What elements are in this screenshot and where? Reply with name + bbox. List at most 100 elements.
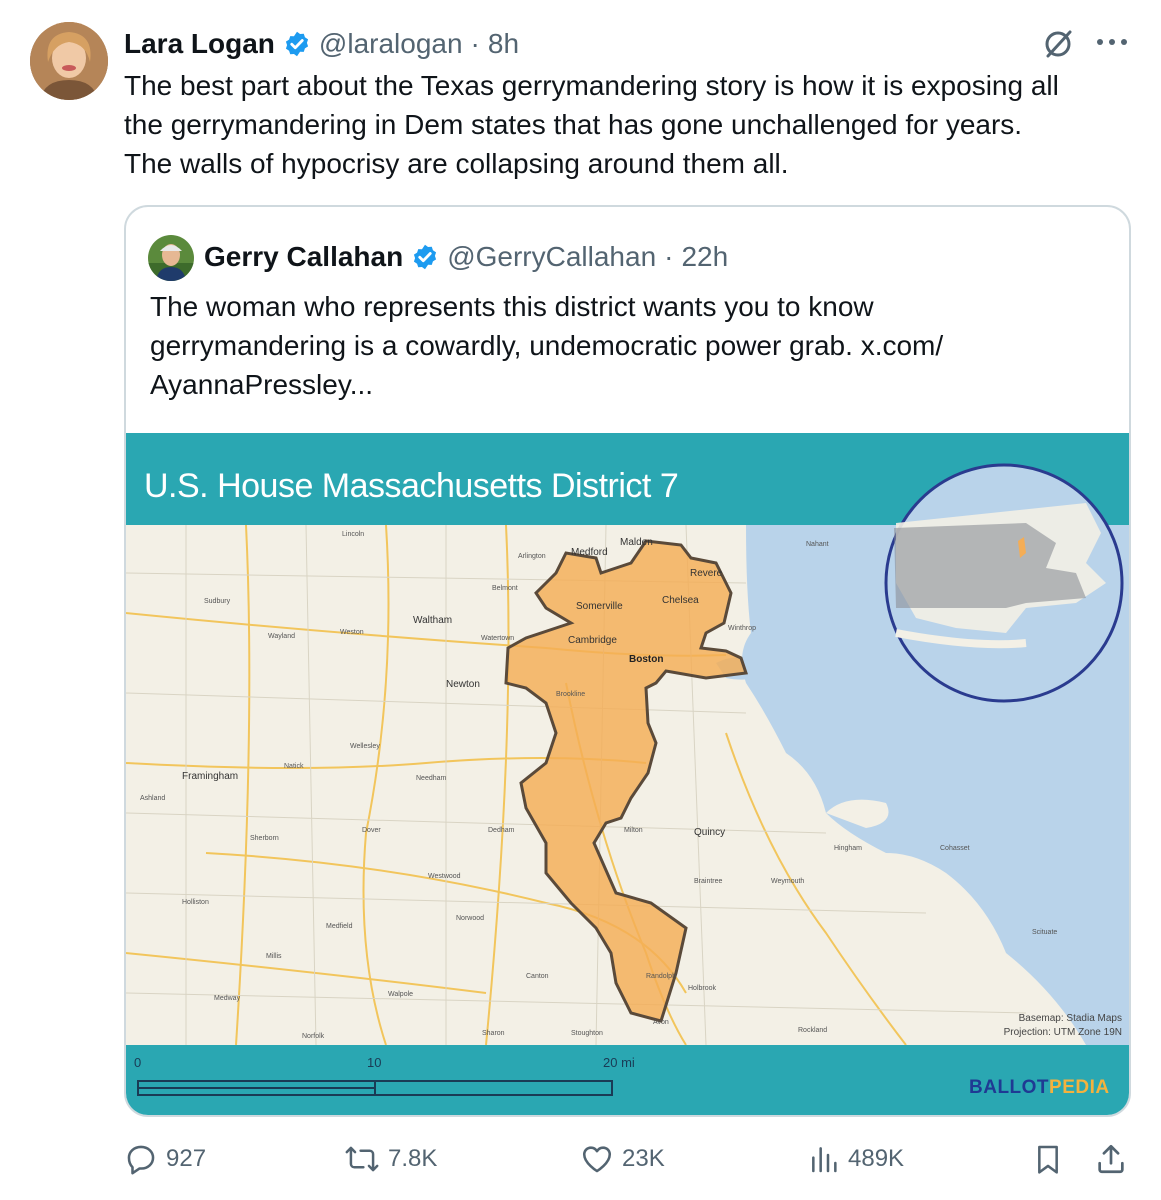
place-label: Weymouth	[771, 878, 805, 885]
quoted-post-card[interactable]: Gerry Callahan @GerryCallahan · 22h The …	[124, 205, 1131, 1117]
quoted-author-name[interactable]: Gerry Callahan	[204, 241, 403, 273]
author-name[interactable]: Lara Logan	[124, 28, 275, 60]
bookmark-icon[interactable]	[1032, 1142, 1064, 1176]
place-label: Hingham	[834, 845, 863, 852]
repost-button[interactable]: 7.8K	[344, 1142, 437, 1176]
place-label: Framingham	[182, 771, 239, 782]
place-label: Stoughton	[571, 1030, 603, 1037]
share-icon[interactable]	[1094, 1142, 1128, 1176]
place-label: Winthrop	[728, 625, 757, 632]
place-label: Watertown	[481, 635, 515, 642]
scale-label-0: 0	[134, 1055, 142, 1070]
map-credit-projection: Projection: UTM Zone 19N	[1003, 1027, 1122, 1038]
place-label: Canton	[526, 973, 549, 980]
place-label: Avon	[653, 1019, 669, 1026]
place-label: Norwood	[456, 915, 485, 922]
place-label: Malden	[620, 537, 653, 548]
place-label: Walpole	[388, 991, 414, 998]
quoted-post-time[interactable]: 22h	[681, 241, 728, 273]
place-label: Waltham	[413, 615, 453, 626]
place-label: Ashland	[140, 795, 166, 802]
quoted-text-line: The woman who represents this district w…	[150, 291, 874, 322]
verified-badge-icon	[285, 31, 309, 57]
place-label: Braintree	[694, 878, 723, 885]
place-label: Scituate	[1032, 929, 1058, 936]
place-label: Medway	[214, 995, 241, 1002]
map-credit-basemap: Basemap: Stadia Maps	[1018, 1013, 1122, 1024]
place-label: Newton	[446, 679, 480, 690]
like-button[interactable]: 23K	[580, 1142, 665, 1176]
place-label: Lincoln	[342, 531, 365, 538]
map-title: U.S. House Massachusetts District 7	[144, 467, 679, 505]
author-handle[interactable]: @laralogan	[319, 28, 463, 60]
place-label: Revere	[690, 568, 723, 579]
more-icon[interactable]	[1095, 30, 1129, 54]
place-label: Belmont	[492, 585, 518, 592]
post-text: The best part about the Texas gerrymande…	[124, 66, 1144, 183]
place-label: Wayland	[268, 633, 295, 640]
place-label: Quincy	[694, 827, 726, 838]
district-map-image[interactable]: U.S. House Massachusetts District 7 Medf…	[126, 433, 1129, 1115]
post-time[interactable]: 8h	[488, 28, 519, 60]
reply-count: 927	[166, 1145, 207, 1172]
author-avatar[interactable]	[30, 22, 108, 100]
like-count: 23K	[622, 1145, 665, 1172]
action-bar: 927 7.8K 23K 489K	[124, 1138, 1134, 1182]
post-text-line: The walls of hypocrisy are collapsing ar…	[124, 148, 789, 179]
quoted-text-line: gerrymandering is a cowardly, undemocrat…	[150, 330, 944, 361]
quoted-author-handle[interactable]: @GerryCallahan	[447, 241, 656, 273]
quoted-post-text: The woman who represents this district w…	[150, 287, 1110, 404]
place-label: Sudbury	[204, 598, 231, 605]
ballotpedia-logo: BALLOTPEDIA	[969, 1077, 1110, 1099]
quoted-author-avatar[interactable]	[148, 235, 194, 281]
inset-map	[884, 463, 1124, 703]
place-label: Holbrook	[688, 985, 717, 992]
place-label: Boston	[629, 654, 664, 665]
place-label: Nahant	[806, 541, 829, 548]
place-label: Cambridge	[568, 635, 617, 646]
quoted-post-header: Gerry Callahan @GerryCallahan · 22h	[204, 237, 728, 277]
scale-label-10: 10	[367, 1055, 382, 1070]
place-label: Chelsea	[662, 595, 699, 606]
brand-ballot: BALLOT	[969, 1077, 1050, 1098]
reply-button[interactable]: 927	[124, 1142, 206, 1176]
place-label: Brookline	[556, 691, 586, 698]
place-label: Cohasset	[940, 845, 970, 852]
place-label: Medford	[571, 547, 608, 558]
scale-label-20: 20 mi	[603, 1055, 635, 1070]
place-label: Arlington	[518, 553, 546, 560]
place-label: Weston	[340, 629, 364, 636]
repost-icon	[345, 1146, 379, 1172]
views-count: 489K	[848, 1145, 905, 1172]
place-label: Norfolk	[302, 1033, 325, 1040]
place-label: Wellesley	[350, 743, 380, 750]
verified-badge-icon	[414, 244, 437, 270]
views-icon	[812, 1147, 837, 1173]
place-label: Sherborn	[250, 835, 279, 842]
place-label: Natick	[284, 763, 304, 770]
place-label: Dover	[362, 827, 381, 834]
place-label: Dedham	[488, 827, 515, 834]
like-icon	[582, 1146, 612, 1173]
time-separator: ·	[664, 241, 674, 272]
time-separator: ·	[470, 28, 480, 59]
repost-count: 7.8K	[388, 1145, 438, 1172]
place-label: Westwood	[428, 873, 461, 880]
brand-pedia: PEDIA	[1049, 1077, 1110, 1098]
place-label: Sharon	[482, 1030, 505, 1037]
post-text-line: The best part about the Texas gerrymande…	[124, 70, 1059, 101]
post-header: Lara Logan @laralogan · 8h	[124, 26, 519, 62]
place-label: Somerville	[576, 601, 623, 612]
place-label: Needham	[416, 775, 447, 782]
place-label: Holliston	[182, 899, 209, 906]
place-label: Millis	[266, 953, 282, 960]
quoted-text-line: AyannaPressley...	[150, 369, 374, 400]
views-button[interactable]: 489K	[808, 1142, 904, 1176]
grok-icon[interactable]	[1040, 26, 1076, 62]
reply-icon	[127, 1145, 155, 1175]
place-label: Randolph	[646, 973, 676, 980]
place-label: Medfield	[326, 923, 353, 930]
place-label: Rockland	[798, 1027, 828, 1034]
post-text-line: the gerrymandering in Dem states that ha…	[124, 109, 1023, 140]
place-label: Milton	[624, 827, 643, 834]
